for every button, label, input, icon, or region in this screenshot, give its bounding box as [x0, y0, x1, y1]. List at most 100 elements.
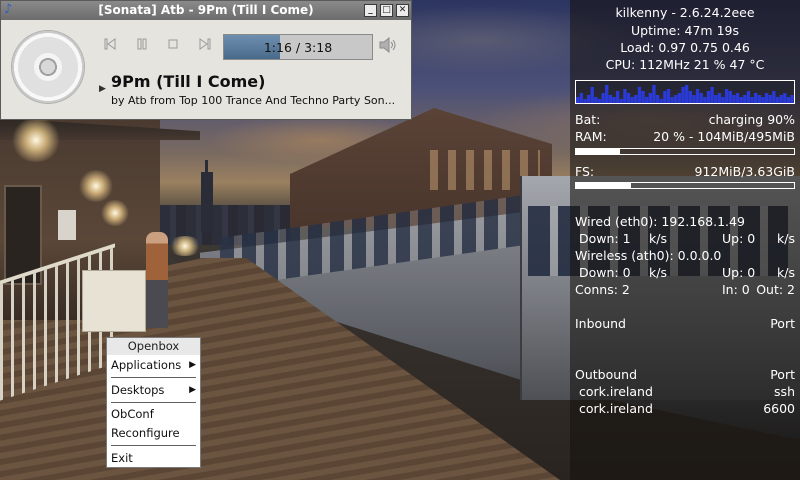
conky-load: Load: 0.97 0.75 0.46: [620, 40, 750, 55]
conky-conns: Conns: 2: [575, 282, 630, 297]
window-title: [Sonata] Atb - 9Pm (Till I Come): [98, 3, 314, 17]
menu-item-label: Applications: [111, 358, 182, 372]
cpu-graph-bar: [779, 95, 783, 103]
cpu-graph-bar: [768, 95, 772, 103]
cpu-graph-bar: [597, 99, 602, 103]
conky-wired-label: Wired (eth0): 192.168.1.49: [575, 214, 745, 229]
submenu-arrow-icon: ▶: [189, 360, 196, 370]
cpu-graph-bar: [619, 99, 623, 103]
previous-track-button[interactable]: [100, 37, 120, 57]
conky-cpu: CPU: 112MHz 21 % 47 °C: [605, 57, 765, 72]
cpu-graph-bar: [688, 91, 692, 103]
conky-inbound-label: Inbound: [575, 316, 626, 331]
conky-bat-value: charging 90%: [708, 112, 795, 127]
wallpaper-person: [146, 232, 168, 328]
submenu-arrow-icon: ▶: [189, 385, 196, 395]
next-track-icon: [199, 38, 211, 50]
conky-bat-label: Bat:: [575, 112, 601, 127]
conky-wireless-up: Up: 0: [722, 265, 756, 280]
conky-outbound-host: cork.ireland: [579, 401, 653, 416]
menu-item-exit[interactable]: Exit: [111, 450, 196, 466]
wallpaper-lamp: [168, 236, 202, 256]
conky-wired-down: Down: 1: [579, 231, 631, 246]
cpu-graph-bar: [754, 93, 758, 103]
menu-separator: [111, 377, 196, 378]
wallpaper-lamp: [78, 170, 114, 202]
cpu-graph-bar: [692, 95, 696, 103]
wallpaper-tower: [201, 172, 213, 232]
volume-icon: [379, 36, 396, 54]
cpu-graph-bar: [583, 99, 587, 103]
cpu-graph-bar: [761, 97, 765, 103]
cpu-graph-bar: [714, 95, 718, 103]
cpu-graph-bar: [579, 93, 583, 103]
cpu-graph-bar: [670, 97, 674, 103]
song-time: 1:16 / 3:18: [263, 40, 333, 55]
conky-fs-bar-fill: [576, 183, 631, 188]
conky-outbound-host: cork.ireland: [579, 384, 653, 399]
close-button[interactable]: ✕: [396, 4, 409, 17]
conky-wired-up: Up: 0: [722, 231, 756, 246]
conky-fs-label: FS:: [575, 164, 595, 179]
conky-outbound-port-label: Port: [770, 367, 795, 382]
cpu-graph-bar: [757, 95, 761, 103]
stop-button[interactable]: [163, 37, 183, 57]
previous-track-icon: [104, 38, 116, 50]
minimize-button[interactable]: _: [364, 4, 377, 17]
conky-wireless-label: Wireless (ath0): 0.0.0.0: [575, 248, 722, 263]
conky-outbound-label: Outbound: [575, 367, 638, 382]
cpu-graph-bar: [775, 97, 780, 103]
cpu-graph-bar: [703, 97, 707, 103]
cpu-graph-bar: [721, 97, 725, 103]
openbox-menu-title: Openbox: [107, 338, 200, 355]
pause-button[interactable]: [132, 37, 152, 57]
conky-ram-label: RAM:: [575, 129, 607, 144]
cpu-graph-bar: [739, 97, 743, 103]
cpu-graph-bar: [645, 97, 649, 103]
cpu-graph-bar: [732, 95, 736, 103]
conky-wireless-up-unit: k/s: [777, 265, 795, 280]
cd-album-art[interactable]: [12, 31, 84, 103]
sonata-titlebar[interactable]: ♪ [Sonata] Atb - 9Pm (Till I Come) _ □ ✕: [1, 1, 411, 20]
cpu-graph-bar: [655, 95, 660, 103]
conky-ram-bar-fill: [576, 149, 620, 154]
cpu-graph-bar: [699, 93, 703, 103]
cpu-graph-bar: [743, 95, 747, 103]
song-progress-bar[interactable]: 1:16 / 3:18: [223, 34, 373, 60]
stop-icon: [168, 39, 178, 49]
conky-ram-bar: [575, 148, 795, 155]
next-track-button[interactable]: [195, 37, 215, 57]
maximize-button[interactable]: □: [380, 4, 393, 17]
conky-fs-value: 912MiB/3.63GiB: [694, 164, 795, 179]
cpu-graph-bar: [786, 97, 791, 103]
conky-fs-bar: [575, 182, 795, 189]
conky-uptime: Uptime: 47m 19s: [631, 23, 739, 38]
menu-item-reconfigure[interactable]: Reconfigure: [111, 425, 196, 441]
pause-icon: [137, 38, 147, 50]
cpu-graph-bar: [630, 97, 634, 103]
cpu-graph-bar: [706, 91, 711, 103]
conky-conns-out: Out: 2: [756, 282, 795, 297]
conky-hostname: kilkenny - 2.6.24.2eee: [615, 5, 755, 20]
cpu-graph-bar: [576, 97, 580, 103]
song-title: 9Pm (Till I Come): [111, 72, 266, 91]
conky-inbound-port-label: Port: [770, 316, 795, 331]
expander-arrow-icon[interactable]: ▶: [99, 84, 106, 94]
cpu-graph-bar: [790, 95, 794, 103]
cpu-graph-bar: [681, 87, 685, 103]
cpu-graph-bar: [601, 93, 605, 103]
sonata-window[interactable]: ♪ [Sonata] Atb - 9Pm (Till I Come) _ □ ✕…: [0, 0, 412, 120]
openbox-menu[interactable]: Openbox Applications ▶ Desktops ▶ ObConf…: [106, 337, 201, 468]
wallpaper-lamp: [10, 118, 62, 162]
cpu-graph-bar: [677, 93, 682, 103]
cpu-graph-bar: [652, 85, 656, 103]
menu-item-applications[interactable]: Applications ▶: [111, 357, 196, 373]
menu-item-obconf[interactable]: ObConf: [111, 406, 196, 422]
cpu-graph-bar: [594, 97, 598, 103]
cpu-graph-bar: [634, 95, 638, 103]
volume-button[interactable]: [379, 36, 399, 57]
menu-item-label: Desktops: [111, 383, 165, 397]
cpu-graph-bar: [695, 89, 700, 103]
menu-item-desktops[interactable]: Desktops ▶: [111, 382, 196, 398]
cpu-graph-bar: [783, 93, 787, 103]
